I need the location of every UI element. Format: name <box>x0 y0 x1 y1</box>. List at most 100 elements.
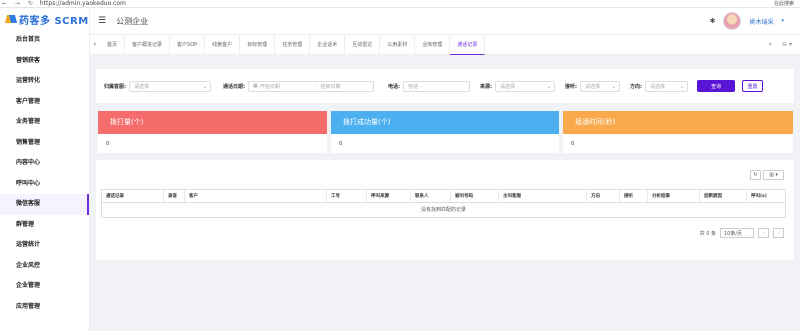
tab-home[interactable]: 首页 <box>100 34 126 55</box>
col-header[interactable]: 接听 <box>620 190 648 202</box>
col-header[interactable]: 方向 <box>587 190 620 202</box>
chevron-down-icon: ⌄ <box>611 83 616 90</box>
col-header[interactable]: 联系人 <box>411 190 451 202</box>
records-table: 通话记录 录音 客户 工号 呼叫来源 联系人 被叫号码 主叫客服 方向 接听 分… <box>101 189 786 218</box>
phone-placeholder: 电话 <box>408 83 419 90</box>
pagination: 共 0 条 10条/页 ‹ › <box>700 228 784 238</box>
hamburger-icon[interactable]: ☰ <box>98 16 106 26</box>
search-box[interactable]: 在此搜索 <box>774 0 794 7</box>
chevron-down-icon: ⌄ <box>679 83 684 90</box>
empty-message: 没有找到匹配的记录 <box>420 207 466 213</box>
user-name[interactable]: 姚木瑞采 <box>749 17 773 26</box>
avatar[interactable] <box>723 12 742 30</box>
col-header[interactable]: 工号 <box>327 190 367 202</box>
stat-card-calls-title: 拨打量(个) <box>98 111 327 134</box>
col-header[interactable]: 录音 <box>164 190 185 202</box>
stat-card-calls: 拨打量(个) 0 <box>98 111 327 153</box>
start-date-placeholder: 开始日期 <box>259 83 280 90</box>
phone-input[interactable]: 电话 <box>403 80 470 92</box>
records-panel: ↻ ▥ ▾ 通话记录 录音 客户 工号 呼叫来源 联系人 被叫号码 主叫客服 方… <box>96 160 794 260</box>
sidebar-item-content[interactable]: 内容中心 <box>0 153 89 174</box>
calendar-icon: ▦ <box>253 83 258 89</box>
connected-placeholder: 请选择 <box>585 83 601 90</box>
stat-card-duration-title: 接通时间(秒) <box>563 111 793 134</box>
filter-panel: 归属客服: 请选择 ⌄ 通话日期: ▦ 开始日期 - 结束日期 电话: 电话 来… <box>96 69 794 103</box>
tabs-menu[interactable]: ⊖ ▾ <box>782 41 792 48</box>
sidebar-item-operations[interactable]: 运营转化 <box>0 71 89 92</box>
browser-nav-buttons[interactable]: ← → ↻ <box>2 0 36 7</box>
source-select[interactable]: 请选择 ⌄ <box>495 80 555 92</box>
filter-label-phone: 电话: <box>388 83 400 90</box>
date-range-picker[interactable]: ▦ 开始日期 - 结束日期 <box>248 80 374 92</box>
tab-goals[interactable]: 目标管理 <box>240 34 276 55</box>
col-header[interactable]: 呼叫(s) <box>747 190 785 202</box>
table-header: 通话记录 录音 客户 工号 呼叫来源 联系人 被叫号码 主叫客服 方向 接听 分… <box>102 190 785 203</box>
browser-bar: ← → ↻ https://admin.yaokeduo.com 在此搜索 <box>0 0 800 8</box>
app-logo[interactable]: 药客多 SCRM <box>0 8 89 30</box>
logo-text: 药客多 SCRM <box>19 15 89 27</box>
sidebar-item-apps[interactable]: 应用管理 <box>0 297 89 318</box>
stat-card-success-value: 0 <box>339 141 343 147</box>
gear-icon[interactable]: ✱ <box>710 17 716 25</box>
next-page-button[interactable]: › <box>773 228 784 238</box>
filter-label-connected: 接听: <box>565 83 577 90</box>
tab-materials[interactable]: 公用素材 <box>380 34 416 55</box>
tab-scripts[interactable]: 企业话术 <box>310 34 346 55</box>
end-date-placeholder: 结束日期 <box>320 83 341 90</box>
col-header[interactable]: 被叫号码 <box>451 190 499 202</box>
refresh-icon[interactable]: ↻ <box>750 170 761 180</box>
tab-call-records[interactable]: 通话记录 <box>450 34 486 55</box>
chevron-down-icon[interactable]: ▾ <box>781 18 784 24</box>
columns-icon[interactable]: ▥ ▾ <box>763 170 784 180</box>
top-header: ☰ 公测企业 ✱ 姚木瑞采 ▾ <box>90 8 800 35</box>
tabs-right-controls: » ⊖ ▾ <box>768 41 792 48</box>
sidebar-item-enterprise[interactable]: 企业管理 <box>0 276 89 297</box>
owner-select-placeholder: 请选择 <box>134 83 150 90</box>
col-header[interactable]: 主叫客服 <box>499 190 587 202</box>
header-right: ✱ 姚木瑞采 ▾ <box>710 12 784 30</box>
sidebar-item-statistics[interactable]: 运营统计 <box>0 235 89 256</box>
address-bar[interactable]: https://admin.yaokeduo.com <box>40 0 126 7</box>
col-header[interactable]: 通话记录 <box>102 190 164 202</box>
reset-button[interactable]: 重置 <box>742 80 763 92</box>
sidebar-menu: 后台首页 营销获客 运营转化 客户管理 业务管理 销售管理 内容中心 呼叫中心 … <box>0 30 89 317</box>
page-size-select[interactable]: 10条/页 <box>720 228 754 238</box>
tab-follow-records[interactable]: 客户跟进记录 <box>125 34 171 55</box>
search-button[interactable]: 查询 <box>697 80 735 92</box>
filter-label-owner: 归属客服: <box>104 83 126 90</box>
source-placeholder: 请选择 <box>500 83 516 90</box>
tab-library[interactable]: 业库管理 <box>415 34 451 55</box>
col-header[interactable]: 分析结果 <box>648 190 700 202</box>
col-header[interactable]: 挂断原因 <box>700 190 747 202</box>
sidebar: 药客多 SCRM 后台首页 营销获客 运营转化 客户管理 业务管理 销售管理 内… <box>0 8 90 331</box>
stat-card-duration-value: 0 <box>571 141 575 147</box>
sidebar-item-risk[interactable]: 企业风控 <box>0 256 89 277</box>
stat-card-duration: 接通时间(秒) 0 <box>563 111 793 153</box>
tab-radar[interactable]: 互动雷达 <box>345 34 381 55</box>
connected-select[interactable]: 请选择 ⌄ <box>580 80 620 92</box>
sidebar-item-home[interactable]: 后台首页 <box>0 30 89 51</box>
sidebar-item-business[interactable]: 业务管理 <box>0 112 89 133</box>
chevron-down-icon: ⌄ <box>202 83 207 90</box>
tabs-scroll-left[interactable]: « <box>90 41 100 48</box>
tabs-scroll-right[interactable]: » <box>768 41 772 48</box>
direction-select[interactable]: 请选择 ⌄ <box>645 80 688 92</box>
tab-tasks[interactable]: 任务管理 <box>275 34 311 55</box>
sidebar-item-customers[interactable]: 客户管理 <box>0 92 89 113</box>
tab-leads[interactable]: 线索客户 <box>205 34 241 55</box>
company-name: 公测企业 <box>116 16 149 26</box>
sidebar-item-sales[interactable]: 销售管理 <box>0 133 89 154</box>
sidebar-item-groups[interactable]: 群管理 <box>0 215 89 236</box>
stat-card-success: 拨打成功量(个) 0 <box>331 111 559 153</box>
date-separator: - <box>314 83 317 89</box>
sidebar-item-call-center[interactable]: 呼叫中心 <box>0 174 89 195</box>
owner-select[interactable]: 请选择 ⌄ <box>129 80 211 92</box>
chevron-down-icon: ⌄ <box>546 83 551 90</box>
tabs-bar: « 首页 客户跟进记录 客户SOP 线索客户 目标管理 任务管理 企业话术 互动… <box>90 34 800 55</box>
col-header[interactable]: 呼叫来源 <box>367 190 411 202</box>
sidebar-item-marketing[interactable]: 营销获客 <box>0 51 89 72</box>
col-header[interactable]: 客户 <box>185 190 327 202</box>
sidebar-item-wechat-service[interactable]: 微信客服 <box>0 194 89 215</box>
tab-customer-sop[interactable]: 客户SOP <box>170 34 206 55</box>
prev-page-button[interactable]: ‹ <box>758 228 769 238</box>
